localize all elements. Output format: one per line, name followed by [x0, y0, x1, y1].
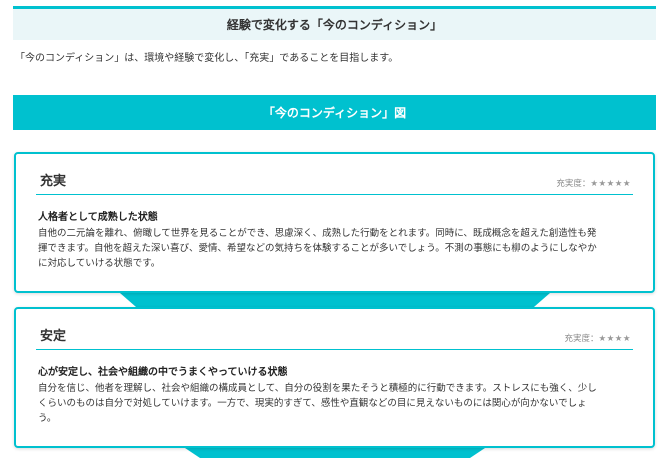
section-title: 経験で変化する「今のコンディション」: [13, 6, 656, 40]
card-title: 充実: [40, 174, 67, 189]
connector-trapezoid: [120, 293, 550, 308]
condition-card-stable: 安定 充実度：★★★★ 心が安定し、社会や組織の中でうまくやっていける状態 自分…: [14, 307, 655, 448]
section-title-text: 経験で変化する「今のコンディション」: [226, 18, 443, 32]
connector-trapezoid: [185, 448, 485, 458]
diagram-banner-text: 「今のコンディション」図: [262, 106, 407, 120]
card-body-line: 揮できます。自他を超えた深い喜び、愛情、希望などの気持ちを体験することが多いでし…: [38, 243, 597, 254]
rating-stars-icon: ★★★★★: [590, 179, 631, 189]
card-title: 安定: [40, 329, 67, 344]
card-body-line: くらいのものは自分で対処していけます。一方で、現実的すぎて、感性や直観などの目に…: [38, 398, 587, 409]
card-subtitle: 人格者として成熟した状態: [38, 212, 158, 223]
card-subtitle: 心が安定し、社会や組織の中でうまくやっていける状態: [38, 367, 288, 378]
card-body-line: う。: [38, 413, 57, 424]
rating-label: 充実度：: [564, 334, 599, 344]
rating: 充実度：★★★★★: [556, 177, 631, 189]
rating: 充実度：★★★★: [565, 332, 632, 344]
card-body: 自分を信じ、他者を理解し、社会や組織の構成員として、自分の役割を果たそうと積極的…: [38, 381, 633, 426]
card-body-line: 自分を信じ、他者を理解し、社会や組織の構成員として、自分の役割を果たそうと積極的…: [38, 383, 597, 394]
card-header: 安定 充実度：★★★★: [36, 323, 633, 350]
diagram-banner: 「今のコンディション」図: [13, 95, 656, 130]
card-header: 充実 充実度：★★★★★: [36, 168, 633, 195]
rating-stars-icon: ★★★★: [598, 334, 631, 344]
card-body: 自他の二元論を離れ、俯瞰して世界を見ることができ、思慮深く、成熟した行動をとれま…: [38, 226, 633, 271]
condition-card-fulfilled: 充実 充実度：★★★★★ 人格者として成熟した状態 自他の二元論を離れ、俯瞰して…: [14, 152, 655, 293]
card-body-line: に対応していける状態です。: [38, 258, 161, 269]
card-body-line: 自他の二元論を離れ、俯瞰して世界を見ることができ、思慮深く、成熟した行動をとれま…: [38, 228, 597, 239]
intro-text: 「今のコンディション」は、環境や経験で変化し、「充実」であることを目指します。: [15, 53, 399, 64]
rating-label: 充実度：: [556, 179, 591, 189]
